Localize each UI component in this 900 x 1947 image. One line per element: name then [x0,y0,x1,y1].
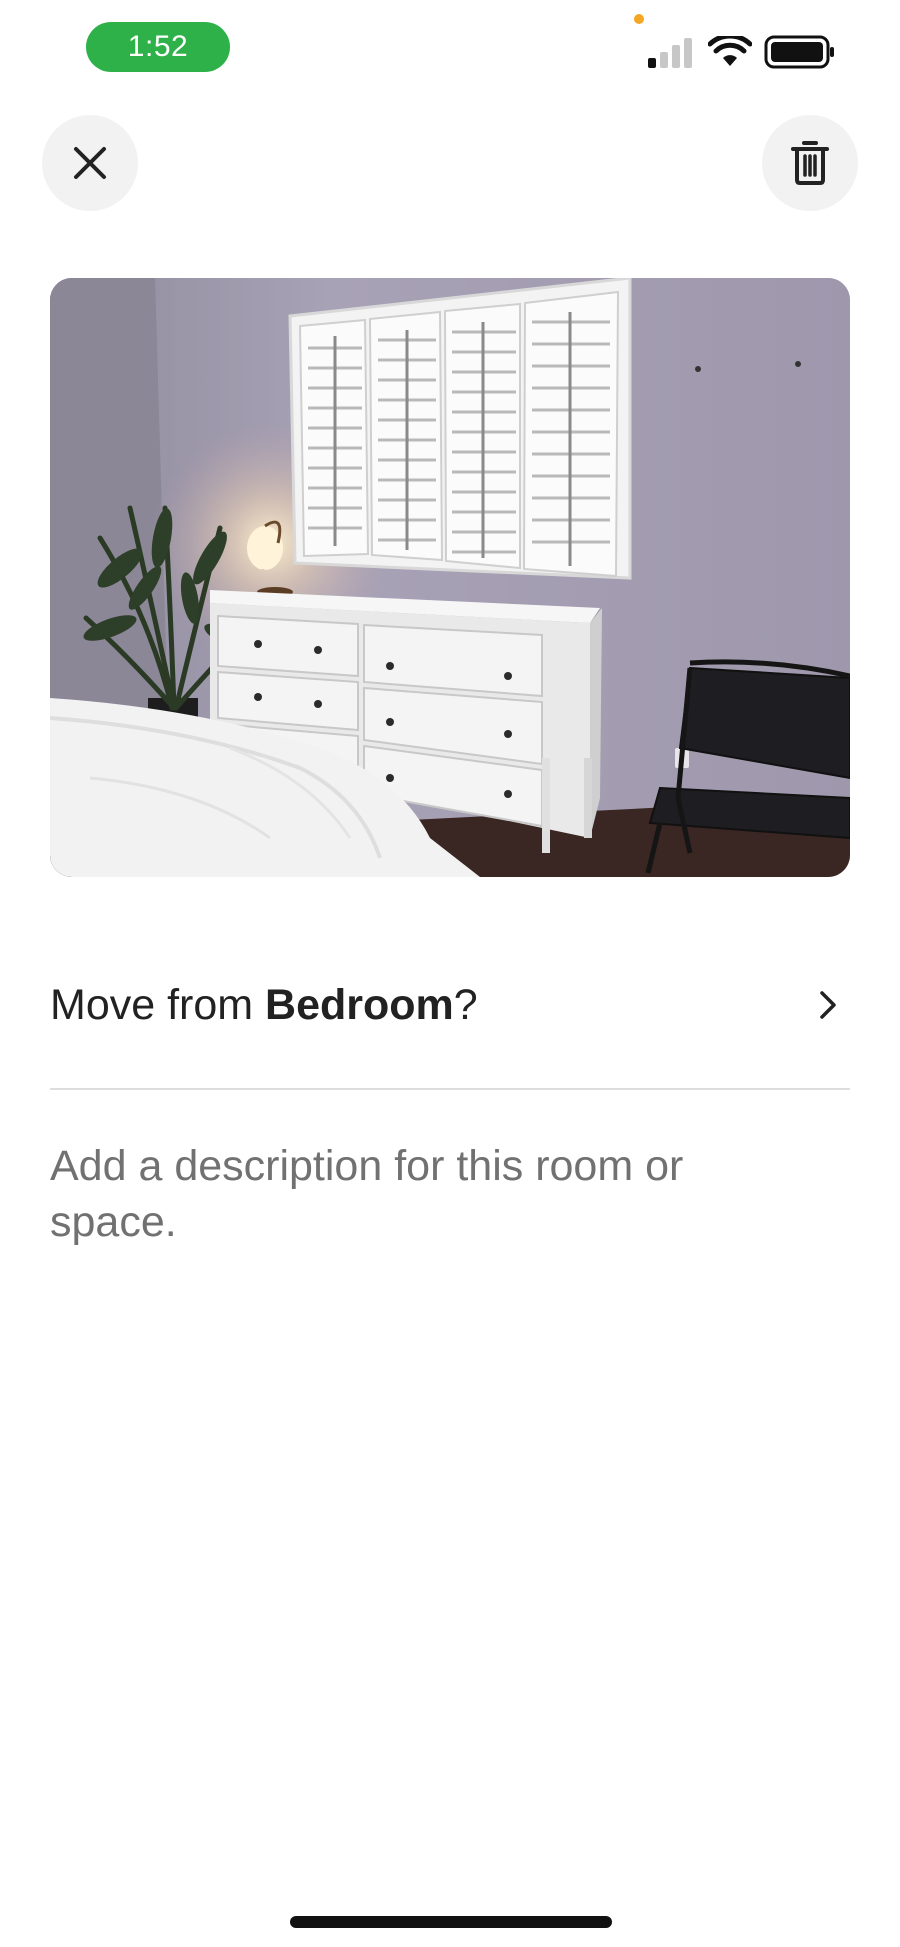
move-from-label: Move from Bedroom? [50,981,478,1030]
divider [50,1088,850,1090]
home-indicator[interactable] [290,1916,612,1928]
room-description-field[interactable]: Add a description for this room or space… [50,1138,710,1250]
trash-icon [791,141,829,185]
move-from-suffix: ? [453,980,478,1029]
chevron-right-icon [820,991,836,1019]
bedroom-photo-image [50,278,850,877]
close-icon [74,147,106,179]
privacy-indicator-dot [634,14,644,24]
room-photo[interactable] [50,278,850,877]
signal-icon [648,38,692,68]
wifi-icon [708,36,752,66]
move-photo-row[interactable]: Move from Bedroom? [50,950,850,1060]
status-bar: 1:52 [0,0,900,95]
status-time: 1:52 [86,22,230,72]
battery-icon [764,35,834,69]
current-room-name: Bedroom [265,980,454,1029]
delete-photo-button[interactable] [762,115,858,211]
close-button[interactable] [42,115,138,211]
move-from-prefix: Move from [50,980,266,1029]
